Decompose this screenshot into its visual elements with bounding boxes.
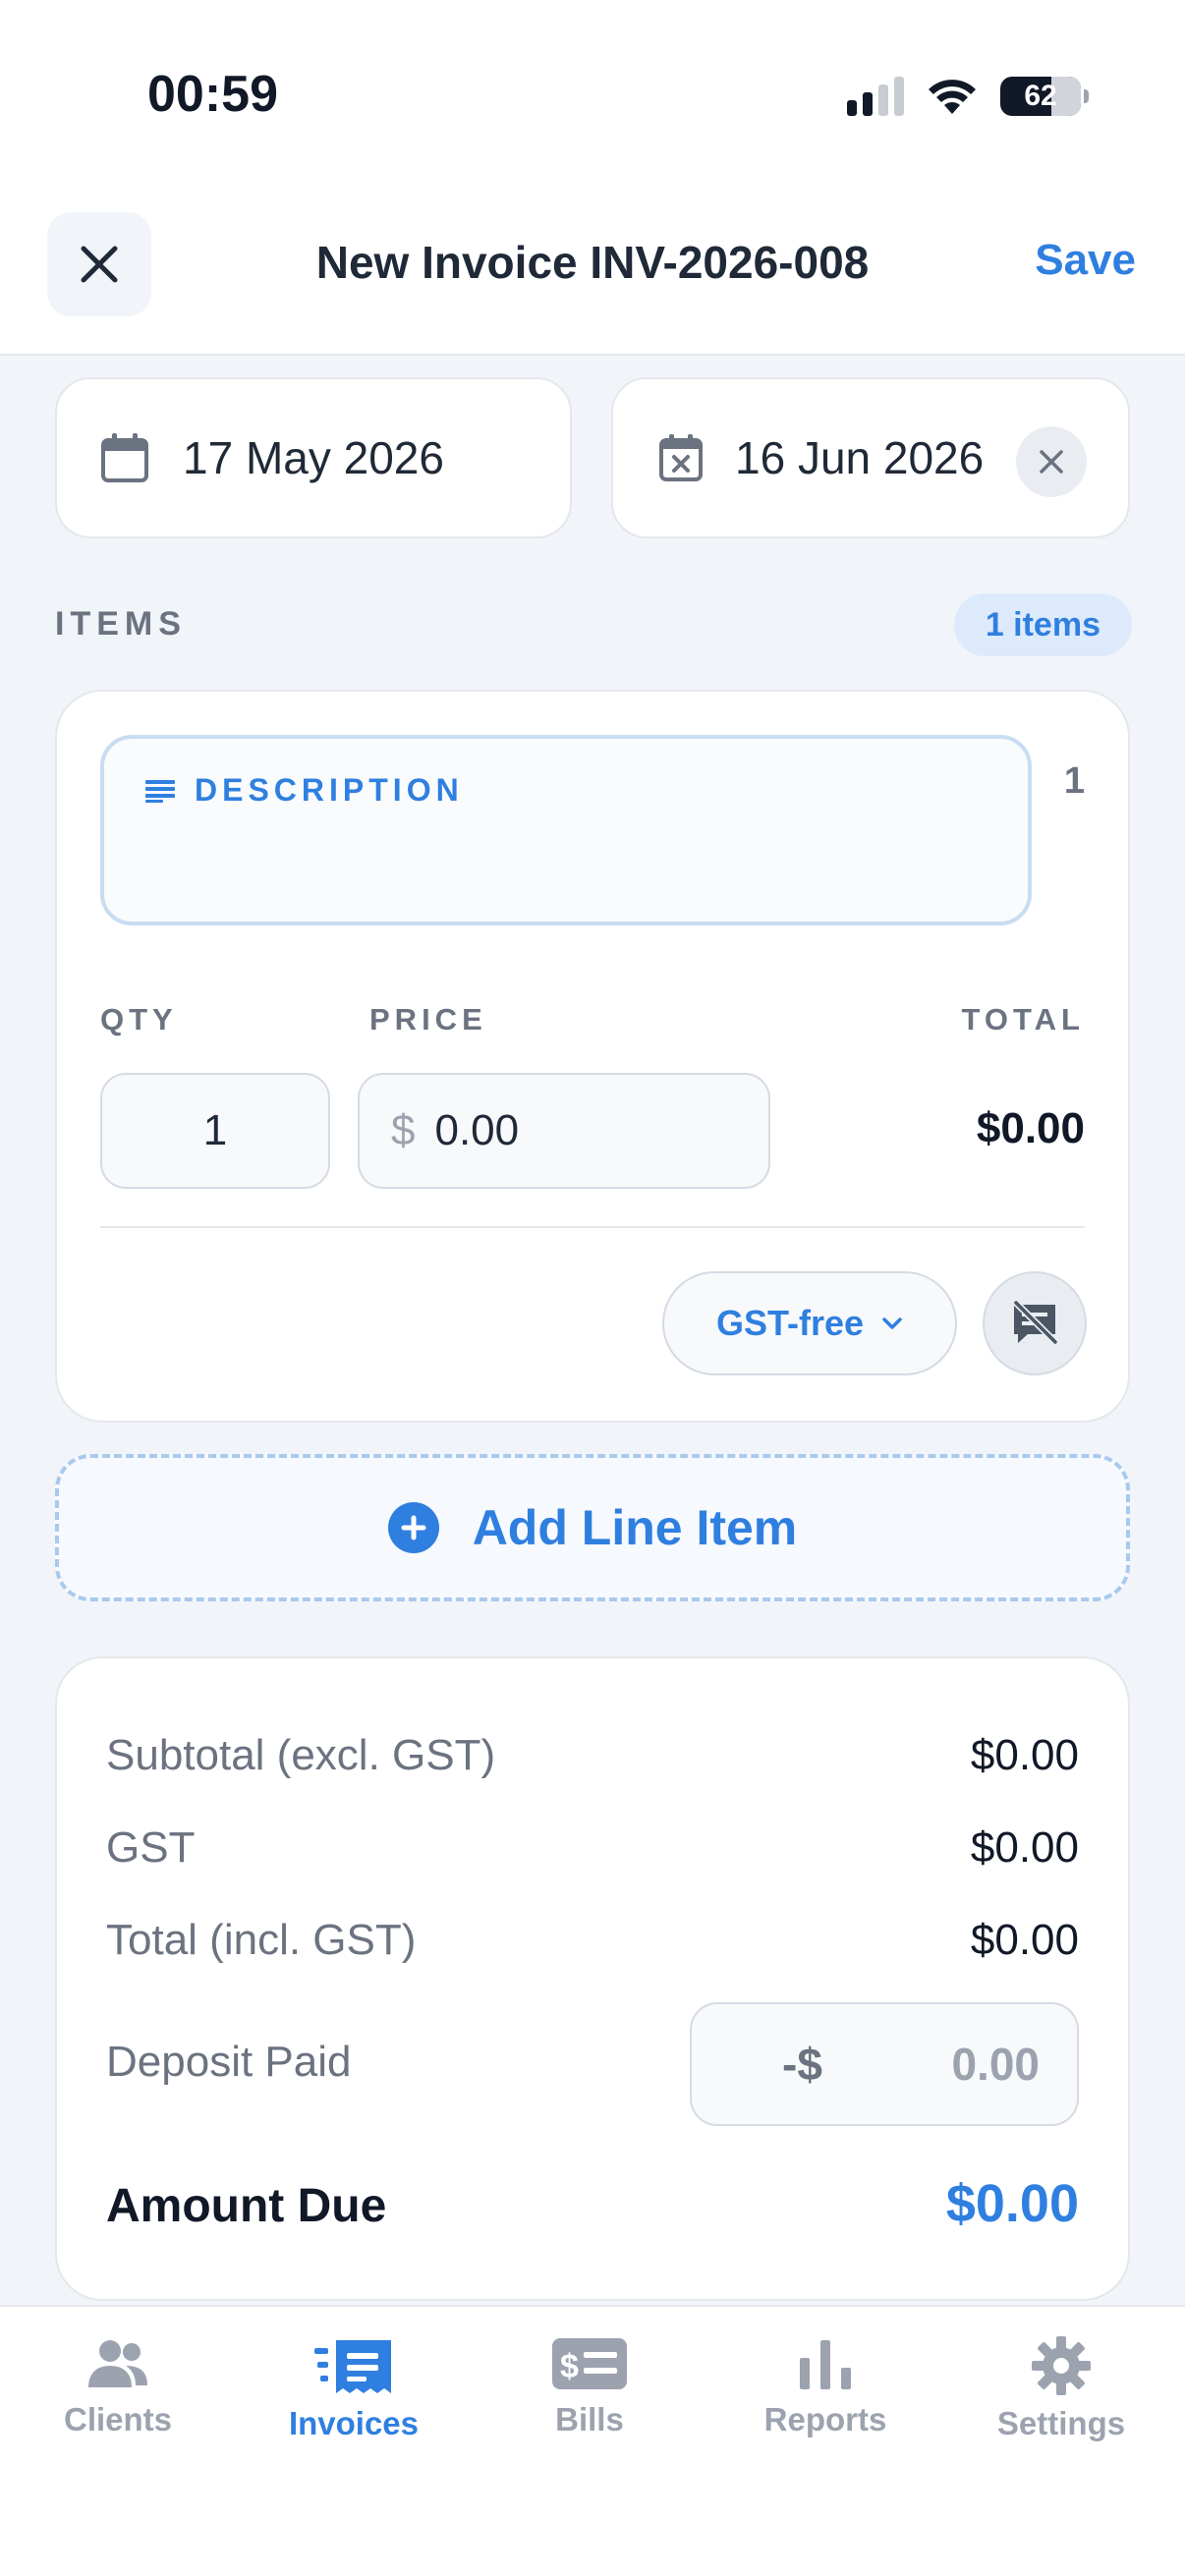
page-title: New Invoice INV-2026-008	[315, 237, 870, 288]
subtotal-row: Subtotal (excl. GST) $0.00	[106, 1731, 1079, 1779]
line-total: $0.00	[976, 1104, 1085, 1152]
tab-reports[interactable]: Reports	[707, 2336, 943, 2438]
hide-note-button[interactable]	[983, 1271, 1087, 1375]
qty-input[interactable]: 1	[100, 1073, 330, 1189]
description-label: DESCRIPTION	[145, 772, 464, 809]
close-icon	[1040, 450, 1063, 474]
save-button[interactable]: Save	[1035, 236, 1136, 285]
due-date-field[interactable]: 16 Jun 2026	[611, 377, 1130, 538]
tab-bills[interactable]: $ Bills	[472, 2336, 707, 2438]
gst-row: GST $0.00	[106, 1823, 1079, 1872]
clear-due-date-button[interactable]	[1016, 426, 1087, 497]
divider	[100, 1226, 1085, 1228]
invoice-icon	[314, 2340, 391, 2393]
description-input[interactable]: DESCRIPTION	[100, 735, 1032, 925]
wifi-icon	[929, 80, 976, 114]
tab-invoices[interactable]: Invoices	[236, 2336, 472, 2442]
status-icons: 62	[847, 73, 1089, 120]
currency-symbol: $	[391, 1106, 416, 1154]
plus-circle-icon	[387, 1502, 439, 1553]
price-input[interactable]: $ 0.00	[358, 1073, 770, 1189]
price-label: PRICE	[369, 1002, 487, 1036]
tax-select[interactable]: GST-free	[662, 1271, 957, 1375]
items-section-label: ITEMS	[55, 605, 187, 643]
due-date-value: 16 Jun 2026	[735, 432, 985, 483]
tab-bar: Clients Invoices $ Bills Reports Setting…	[0, 2305, 1185, 2576]
total-value: $0.00	[970, 1916, 1079, 1964]
tab-settings[interactable]: Settings	[943, 2336, 1179, 2442]
issue-date-value: 17 May 2026	[183, 432, 444, 483]
svg-text:$: $	[560, 2348, 579, 2385]
battery-icon: 62	[1000, 77, 1089, 116]
line-item-card: DESCRIPTION 1 QTY PRICE TOTAL 1 $ 0.00 $…	[55, 690, 1130, 1423]
add-line-item-button[interactable]: Add Line Item	[55, 1454, 1130, 1601]
calendar-icon	[101, 433, 148, 482]
price-value: 0.00	[434, 1106, 520, 1154]
gear-icon	[1032, 2336, 1091, 2395]
chevron-down-icon	[882, 1317, 902, 1329]
total-label: TOTAL	[961, 1002, 1085, 1036]
qty-label: QTY	[100, 1002, 178, 1036]
bill-icon: $	[552, 2338, 627, 2389]
battery-level: 62	[1024, 80, 1057, 112]
deposit-prefix: -$	[782, 2039, 822, 2090]
amount-due-value: $0.00	[945, 2174, 1079, 2233]
signal-icon	[847, 77, 904, 116]
add-line-item-label: Add Line Item	[472, 1500, 798, 1555]
nav-header: New Invoice INV-2026-008 Save	[0, 196, 1185, 356]
bar-chart-icon	[800, 2340, 851, 2389]
deposit-label: Deposit Paid	[106, 2038, 352, 2086]
amount-due-label: Amount Due	[106, 2180, 387, 2232]
text-lines-icon	[145, 779, 175, 803]
total-row: Total (incl. GST) $0.00	[106, 1916, 1079, 1964]
deposit-input[interactable]: -$ 0.00	[690, 2002, 1079, 2126]
totals-card: Subtotal (excl. GST) $0.00 GST $0.00 Tot…	[55, 1656, 1130, 2301]
issue-date-field[interactable]: 17 May 2026	[55, 377, 572, 538]
deposit-value: 0.00	[951, 2039, 1040, 2090]
tab-clients[interactable]: Clients	[0, 2336, 236, 2438]
users-icon	[88, 2340, 147, 2387]
calendar-x-icon	[659, 434, 703, 481]
items-count-badge: 1 items	[953, 593, 1132, 656]
subtotal-value: $0.00	[970, 1731, 1079, 1779]
line-item-number: 1	[1063, 760, 1085, 802]
status-bar: 00:59 62	[0, 0, 1185, 196]
status-time: 00:59	[147, 66, 278, 123]
comment-off-icon	[1013, 1301, 1058, 1345]
gst-value: $0.00	[970, 1823, 1079, 1872]
